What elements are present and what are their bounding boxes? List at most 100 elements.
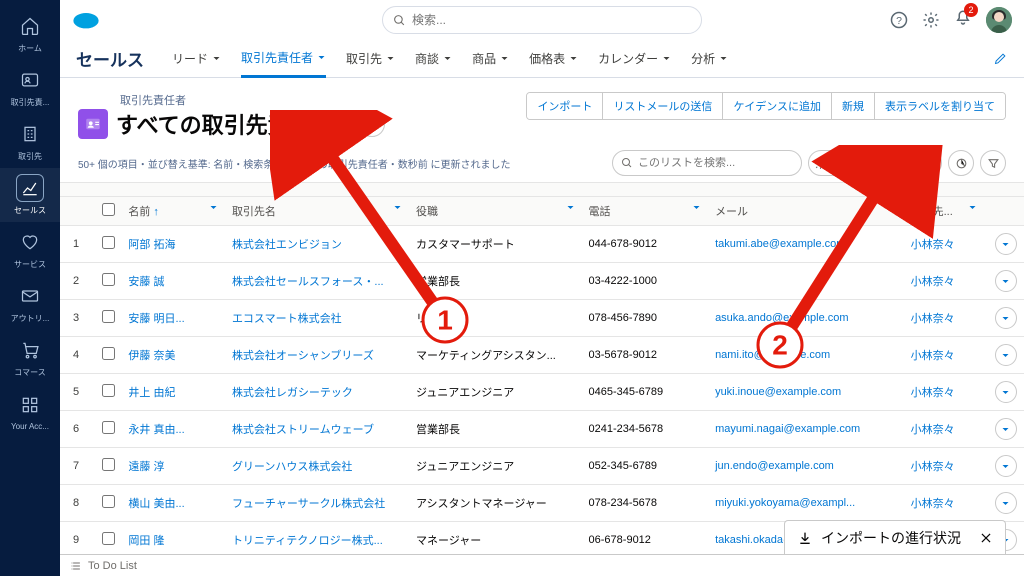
cell-owner[interactable]: 小林奈々 [911, 424, 955, 436]
row-checkbox[interactable] [92, 485, 124, 522]
cell-name[interactable]: 横山 美由... [128, 498, 184, 510]
global-search-input[interactable] [412, 13, 691, 27]
row-checkbox[interactable] [92, 522, 124, 555]
cell-owner[interactable]: 小林奈々 [911, 461, 955, 473]
col-1[interactable]: 取引先名 [228, 197, 412, 226]
cell-email[interactable]: takumi.abe@example.com [715, 238, 845, 250]
global-header: ? 2 [60, 0, 1024, 40]
row-checkbox[interactable] [92, 300, 124, 337]
row-menu-button[interactable] [995, 492, 1017, 514]
vnav-home[interactable]: ホーム [0, 6, 60, 60]
cell-owner[interactable]: 小林奈々 [911, 498, 955, 510]
global-search[interactable] [382, 6, 702, 34]
cell-name[interactable]: 岡田 隆 [128, 535, 164, 547]
display-toggle-button[interactable] [852, 150, 878, 176]
setup-gear-icon[interactable] [922, 11, 940, 29]
cell-name[interactable]: 伊藤 奈美 [128, 350, 175, 362]
col-0[interactable]: 名前↑ [124, 197, 228, 226]
edit-nav-icon[interactable] [993, 51, 1008, 66]
row-checkbox[interactable] [92, 374, 124, 411]
tab-7[interactable]: 分析 [691, 40, 728, 78]
cell-name[interactable]: 永井 真由... [128, 424, 184, 436]
cell-email[interactable]: nami.ito@example.com [715, 349, 830, 361]
list-view-title[interactable]: すべての取引先責任者 [116, 108, 351, 140]
vnav-accounts[interactable]: 取引先 [0, 114, 60, 168]
close-icon[interactable] [979, 531, 993, 545]
refresh-button[interactable] [884, 150, 910, 176]
cell-account[interactable]: 株式会社エンビジョン [232, 239, 342, 251]
cell-account[interactable]: グリーンハウス株式会社 [232, 461, 352, 473]
cell-name[interactable]: 遠藤 淳 [128, 461, 164, 473]
cell-owner[interactable]: 小林奈々 [911, 387, 955, 399]
vnav-commerce[interactable]: コマース [0, 330, 60, 384]
list-settings-button[interactable] [808, 150, 846, 176]
user-avatar[interactable] [986, 7, 1012, 33]
row-menu-button[interactable] [995, 381, 1017, 403]
filter-button[interactable] [980, 150, 1006, 176]
vnav-contacts[interactable]: 取引先責... [0, 60, 60, 114]
row-menu-button[interactable] [995, 418, 1017, 440]
row-checkbox[interactable] [92, 337, 124, 374]
cell-account[interactable]: 株式会社ストリームウェーブ [232, 424, 374, 436]
cell-email[interactable]: miyuki.yokoyama@exampl... [715, 497, 855, 509]
row-menu-button[interactable] [995, 307, 1017, 329]
cell-owner[interactable]: 小林奈々 [911, 239, 955, 251]
tab-2[interactable]: 取引先 [346, 40, 395, 78]
cell-account[interactable]: 株式会社レガシーテック [232, 387, 353, 399]
cell-account[interactable]: フューチャーサークル株式会社 [232, 498, 385, 510]
vnav-youracc[interactable]: Your Acc... [0, 384, 60, 438]
action-0[interactable]: インポート [527, 93, 603, 119]
cell-account[interactable]: 株式会社セールスフォース・... [232, 276, 384, 288]
vnav-sales[interactable]: セールス [0, 168, 60, 222]
col-select-all[interactable] [92, 197, 124, 226]
col-5[interactable]: 取引先... [907, 197, 988, 226]
pin-list-button[interactable] [359, 111, 385, 137]
tab-0[interactable]: リード [172, 40, 221, 78]
row-menu-button[interactable] [995, 344, 1017, 366]
tab-6[interactable]: カレンダー [598, 40, 671, 78]
list-search[interactable] [612, 150, 802, 176]
tab-4[interactable]: 商品 [472, 40, 509, 78]
action-3[interactable]: 新規 [832, 93, 875, 119]
cell-name[interactable]: 安藤 明日... [128, 313, 184, 325]
row-checkbox[interactable] [92, 448, 124, 485]
row-checkbox[interactable] [92, 226, 124, 263]
cell-name[interactable]: 安藤 誠 [128, 276, 164, 288]
row-checkbox[interactable] [92, 263, 124, 300]
cell-name[interactable]: 井上 由紀 [128, 387, 175, 399]
cell-name[interactable]: 阿部 拓海 [128, 239, 175, 251]
cell-owner[interactable]: 小林奈々 [911, 276, 955, 288]
chart-button[interactable] [948, 150, 974, 176]
cell-account[interactable]: エコスマート株式会社 [232, 313, 342, 325]
table-icon [859, 157, 872, 170]
col-2[interactable]: 役職 [412, 197, 585, 226]
col-4[interactable]: メール [711, 197, 907, 226]
cell-owner[interactable]: 小林奈々 [911, 313, 955, 325]
inline-edit-button[interactable] [916, 150, 942, 176]
import-status-dock[interactable]: インポートの進行状況 [784, 520, 1006, 554]
row-menu-button[interactable] [995, 233, 1017, 255]
cell-owner[interactable]: 小林奈々 [911, 350, 955, 362]
notifications-button[interactable]: 2 [954, 9, 972, 32]
help-icon[interactable]: ? [890, 11, 908, 29]
utility-todo[interactable]: To Do List [88, 560, 137, 572]
tab-5[interactable]: 価格表 [529, 40, 578, 78]
tab-1[interactable]: 取引先責任者 [241, 40, 326, 78]
action-1[interactable]: リストメールの送信 [603, 93, 723, 119]
cell-email[interactable]: jun.endo@example.com [715, 460, 834, 472]
cell-account[interactable]: 株式会社オーシャンブリーズ [232, 350, 374, 362]
action-2[interactable]: ケイデンスに追加 [723, 93, 832, 119]
cell-email[interactable]: yuki.inoue@example.com [715, 386, 841, 398]
row-menu-button[interactable] [995, 270, 1017, 292]
vnav-outreach[interactable]: アウトリ... [0, 276, 60, 330]
row-menu-button[interactable] [995, 455, 1017, 477]
action-4[interactable]: 表示ラベルを割り当て [875, 93, 1005, 119]
tab-3[interactable]: 商談 [415, 40, 452, 78]
col-3[interactable]: 電話 [585, 197, 712, 226]
cell-email[interactable]: mayumi.nagai@example.com [715, 423, 860, 435]
list-search-input[interactable] [638, 157, 793, 169]
vnav-service[interactable]: サービス [0, 222, 60, 276]
cell-account[interactable]: トリニティテクノロジー株式... [232, 535, 383, 547]
row-checkbox[interactable] [92, 411, 124, 448]
cell-email[interactable]: asuka.ando@example.com [715, 312, 848, 324]
